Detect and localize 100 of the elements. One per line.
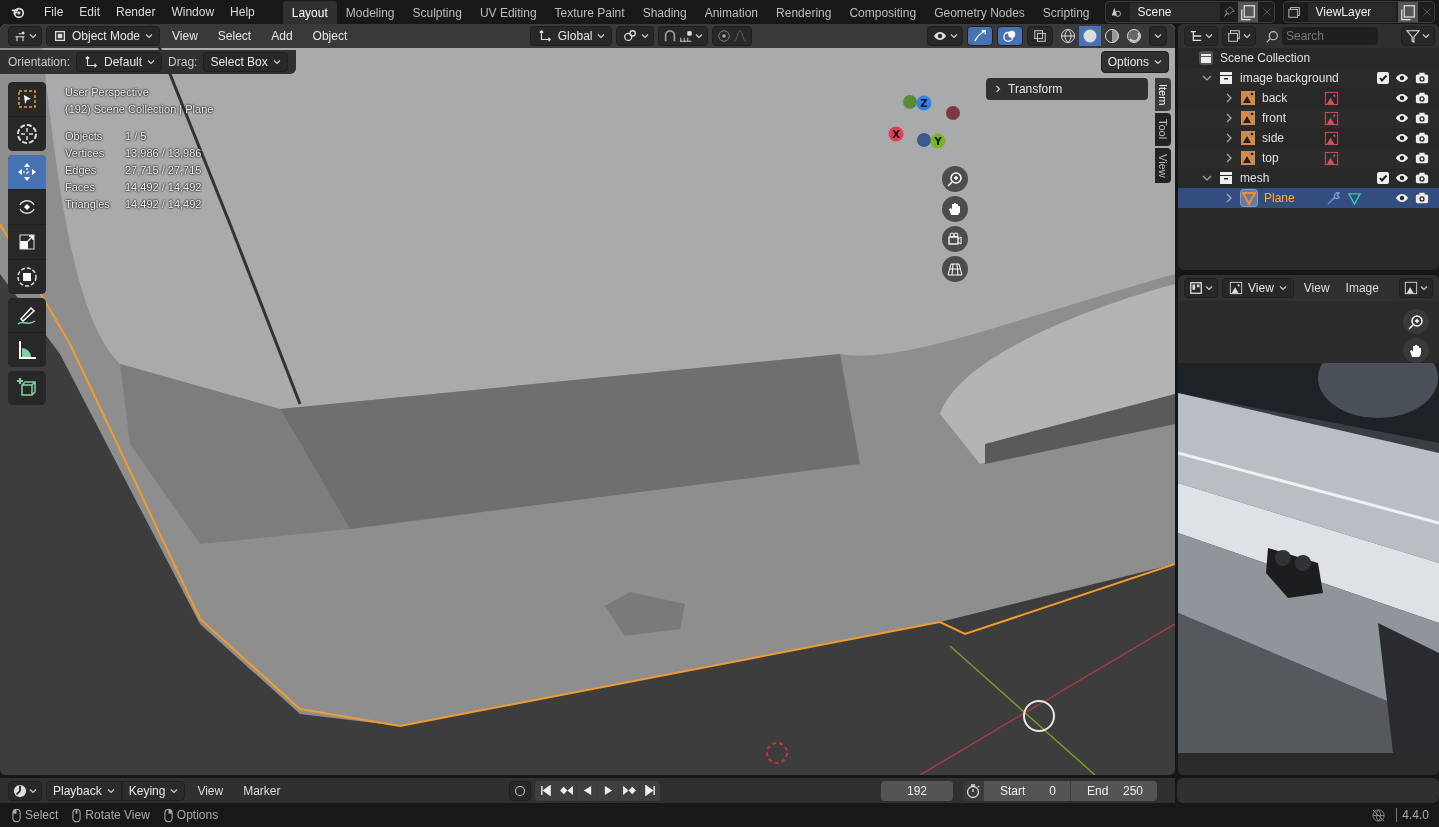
rotate-tool-button[interactable]: [8, 190, 46, 224]
workspace-tab[interactable]: Shading: [633, 1, 696, 24]
menu-item[interactable]: Help: [222, 5, 263, 19]
workspace-tab[interactable]: Compositing: [840, 1, 926, 24]
sidebar-tab[interactable]: View: [1155, 147, 1171, 184]
play-button[interactable]: [598, 780, 619, 801]
camera-icon[interactable]: [1415, 151, 1429, 165]
wrench-icon[interactable]: [1326, 190, 1341, 206]
workspace-tab[interactable]: Layout: [282, 1, 337, 24]
menu-item[interactable]: Marker: [235, 783, 289, 798]
annotate-tool-button[interactable]: [8, 298, 46, 332]
search-field[interactable]: Search: [1282, 27, 1378, 45]
camera-icon[interactable]: [1415, 91, 1429, 105]
eye-icon[interactable]: [1395, 171, 1409, 185]
workspace-tab[interactable]: Scripting: [1033, 1, 1099, 24]
mesh-data-icon[interactable]: [1347, 190, 1362, 206]
filter-button[interactable]: [1401, 26, 1435, 46]
pan-button[interactable]: [1403, 338, 1429, 363]
select-tool-button[interactable]: [8, 82, 46, 116]
pivot-dropdown[interactable]: [616, 26, 655, 46]
material-shading-button[interactable]: [1101, 26, 1123, 46]
image-data-icon[interactable]: [1324, 90, 1339, 106]
workspace-tab[interactable]: Rendering: [767, 1, 841, 24]
transform-panel-header[interactable]: Transform: [986, 78, 1148, 100]
workspace-tab[interactable]: Texture Paint: [545, 1, 634, 24]
menu-item[interactable]: View: [1297, 281, 1336, 295]
workspace-tab[interactable]: UV Editing: [470, 1, 546, 24]
menu-item[interactable]: Add: [263, 29, 301, 43]
menu-item[interactable]: Object: [304, 29, 356, 43]
eye-icon[interactable]: [1395, 131, 1409, 145]
editor-type-button[interactable]: [8, 780, 42, 801]
gizmo-toggle-button[interactable]: [967, 26, 993, 46]
drag-dropdown[interactable]: Select Box: [203, 52, 288, 72]
menu-item[interactable]: Select: [209, 29, 260, 43]
outliner-item[interactable]: back: [1262, 91, 1308, 105]
xray-toggle-button[interactable]: [1027, 26, 1053, 46]
jump-end-button[interactable]: [640, 780, 661, 801]
shading-dropdown[interactable]: [1149, 26, 1167, 46]
menu-item[interactable]: View: [164, 29, 206, 43]
move-tool-button[interactable]: [8, 155, 46, 189]
sidebar-tab[interactable]: Item: [1155, 78, 1171, 112]
mode-dropdown[interactable]: Object Mode: [46, 26, 161, 46]
previous-keyframe-button[interactable]: [556, 780, 577, 801]
eye-icon[interactable]: [1395, 111, 1409, 125]
eye-icon[interactable]: [1395, 91, 1409, 105]
proportional-edit-button[interactable]: [712, 26, 753, 46]
menu-item[interactable]: View: [189, 783, 232, 798]
eye-icon[interactable]: [1395, 191, 1409, 205]
scale-tool-button[interactable]: [8, 225, 46, 259]
add-cube-tool-button[interactable]: [8, 371, 46, 405]
display-mode-button[interactable]: [1222, 26, 1256, 46]
outliner-item[interactable]: Scene Collection: [1220, 51, 1311, 65]
transform-tool-button[interactable]: [8, 260, 46, 294]
blender-logo-icon[interactable]: [10, 5, 26, 19]
workspace-tab[interactable]: Modeling: [336, 1, 404, 24]
eye-icon[interactable]: [1395, 151, 1409, 165]
image-browse-button[interactable]: [1399, 278, 1433, 298]
menu-item[interactable]: Image: [1339, 281, 1385, 295]
editor-type-button[interactable]: [8, 26, 42, 46]
camera-icon[interactable]: [1415, 191, 1429, 205]
camera-icon[interactable]: [1415, 111, 1429, 125]
play-reverse-button[interactable]: [577, 780, 598, 801]
zoom-button[interactable]: [1403, 309, 1429, 334]
menu-item[interactable]: File: [36, 5, 72, 19]
navigation-gizmo-drawing[interactable]: Z X Y: [886, 94, 966, 164]
measure-tool-button[interactable]: [8, 333, 46, 367]
menu-item[interactable]: Edit: [71, 5, 109, 19]
outliner-item[interactable]: front: [1262, 111, 1308, 125]
snap-button[interactable]: [658, 26, 709, 46]
sidebar-tab[interactable]: Tool: [1155, 113, 1171, 146]
outliner-item[interactable]: image background: [1240, 71, 1339, 85]
editor-type-button[interactable]: [1184, 26, 1218, 46]
outliner-item[interactable]: mesh: [1240, 171, 1286, 185]
camera-icon[interactable]: [1415, 71, 1429, 85]
include-checkbox[interactable]: [1377, 72, 1389, 84]
orientation-dropdown[interactable]: Default: [76, 52, 163, 72]
image-data-icon[interactable]: [1324, 130, 1339, 146]
workspace-tab[interactable]: Animation: [695, 1, 768, 24]
visibility-dropdown[interactable]: [927, 26, 963, 46]
camera-icon[interactable]: [1415, 171, 1429, 185]
workspace-tab[interactable]: Geometry Nodes: [925, 1, 1034, 24]
menu-item[interactable]: Render: [108, 5, 164, 19]
menu-item[interactable]: Window: [163, 5, 223, 19]
start-frame-field[interactable]: Start 0: [984, 780, 1070, 801]
outliner-item[interactable]: top: [1262, 151, 1308, 165]
outliner-item[interactable]: Plane: [1264, 191, 1310, 205]
include-checkbox[interactable]: [1377, 172, 1389, 184]
wireframe-shading-button[interactable]: [1057, 26, 1079, 46]
jump-start-button[interactable]: [535, 780, 556, 801]
editor-type-button[interactable]: [1184, 278, 1218, 298]
current-frame-field[interactable]: 192: [881, 780, 953, 801]
next-keyframe-button[interactable]: [619, 780, 640, 801]
cursor-tool-button[interactable]: [8, 117, 46, 151]
solid-shading-button[interactable]: [1079, 26, 1101, 46]
options-dropdown[interactable]: Options: [1100, 51, 1169, 73]
overlay-toggle-button[interactable]: [997, 26, 1023, 46]
end-frame-field[interactable]: End 250: [1071, 780, 1157, 801]
camera-icon[interactable]: [1415, 131, 1429, 145]
workspace-tab[interactable]: Sculpting: [403, 1, 471, 24]
view-mode-dropdown[interactable]: View: [1222, 278, 1294, 298]
